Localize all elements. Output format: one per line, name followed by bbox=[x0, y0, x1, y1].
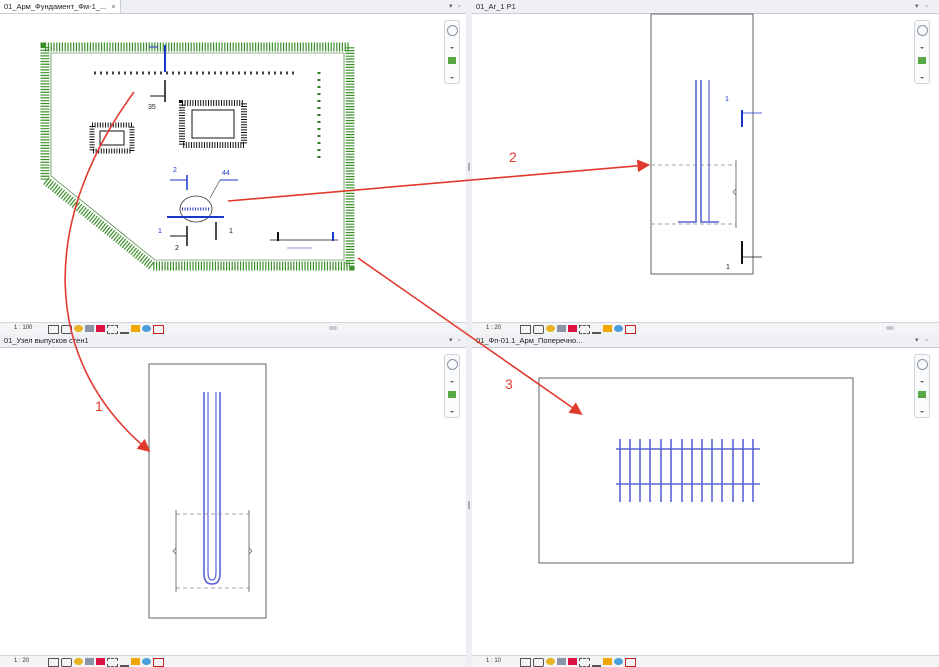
section-ag1-drawing bbox=[650, 13, 762, 275]
detail-level-icon[interactable] bbox=[520, 658, 531, 667]
view-control-bar: 1 : 10 bbox=[472, 655, 939, 667]
crop-view-icon[interactable] bbox=[107, 325, 118, 334]
view-control-bar: 1 : 100 bbox=[0, 322, 466, 334]
chevron-down-icon[interactable] bbox=[920, 77, 924, 79]
crop-view-icon[interactable] bbox=[107, 658, 118, 667]
callout-label-1: 1 bbox=[95, 398, 103, 414]
cross-section-drawing bbox=[538, 377, 854, 564]
chevron-down-icon[interactable] bbox=[450, 77, 454, 79]
view-pane-section-ag1[interactable]: 01_Аг_1 Р1 ▾ ▫ 1 1 1 : 20 bbox=[472, 0, 939, 334]
wall-dowels-drawing bbox=[148, 363, 267, 619]
shadows-icon[interactable] bbox=[85, 325, 94, 332]
full-navigation-wheel-icon[interactable] bbox=[447, 359, 458, 370]
section-mark: 1 bbox=[726, 264, 730, 271]
render-icon[interactable] bbox=[96, 658, 105, 665]
chevron-down-icon[interactable] bbox=[920, 47, 924, 49]
show-crop-icon[interactable] bbox=[592, 325, 601, 334]
visual-style-icon[interactable] bbox=[533, 325, 544, 334]
navigation-bar[interactable] bbox=[914, 20, 930, 84]
chevron-down-icon[interactable] bbox=[450, 381, 454, 383]
reveal-hidden-icon[interactable] bbox=[153, 325, 164, 334]
view-control-bar: 1 : 20 bbox=[0, 655, 466, 667]
navigation-bar[interactable] bbox=[444, 20, 460, 84]
sun-path-icon[interactable] bbox=[546, 325, 555, 332]
sun-path-icon[interactable] bbox=[74, 325, 83, 332]
elevation-mark: 2 bbox=[173, 167, 177, 174]
full-navigation-wheel-icon[interactable] bbox=[447, 25, 458, 36]
chevron-down-icon[interactable] bbox=[920, 411, 924, 413]
show-crop-icon[interactable] bbox=[592, 658, 601, 667]
view-control-icons bbox=[520, 658, 636, 667]
view-pane-cross-section[interactable]: 01_Фп-01.1_Арм_Поперечно... ▾ ▫ 1 : 10 bbox=[472, 334, 939, 667]
full-navigation-wheel-icon[interactable] bbox=[917, 25, 928, 36]
reveal-hidden-icon[interactable] bbox=[625, 325, 636, 334]
view-control-icons bbox=[48, 325, 164, 334]
shadows-icon[interactable] bbox=[557, 325, 566, 332]
callout-label-3: 3 bbox=[505, 376, 513, 392]
section-mark: 1 bbox=[725, 96, 729, 103]
sun-path-icon[interactable] bbox=[74, 658, 83, 665]
view-pane-wall-dowels[interactable]: 01_Узел выпусков стен1 ▾ ▫ 1 : 20 bbox=[0, 334, 466, 667]
render-icon[interactable] bbox=[568, 658, 577, 665]
render-icon[interactable] bbox=[96, 325, 105, 332]
view-control-icons bbox=[48, 658, 164, 667]
shadows-icon[interactable] bbox=[557, 658, 566, 665]
temporary-hide-icon[interactable] bbox=[142, 325, 151, 332]
sun-path-icon[interactable] bbox=[546, 658, 555, 665]
chevron-down-icon[interactable] bbox=[920, 381, 924, 383]
temporary-hide-icon[interactable] bbox=[614, 658, 623, 665]
section-mark: 1 bbox=[229, 228, 233, 235]
shadows-icon[interactable] bbox=[85, 658, 94, 665]
view-scale[interactable]: 1 : 20 bbox=[486, 323, 501, 334]
reveal-hidden-icon[interactable] bbox=[153, 658, 164, 667]
zoom-icon[interactable] bbox=[448, 391, 456, 398]
visual-style-icon[interactable] bbox=[61, 658, 72, 667]
view-pane-foundation-plan[interactable]: 01_Арм_Фундамент_Фм-1_... × ▾ ▫ 35 44 2 … bbox=[0, 0, 466, 334]
temporary-hide-icon[interactable] bbox=[614, 325, 623, 332]
chevron-down-icon[interactable] bbox=[450, 47, 454, 49]
view-scale[interactable]: 1 : 100 bbox=[14, 323, 32, 334]
unlock-icon[interactable] bbox=[603, 325, 612, 332]
navigation-bar[interactable] bbox=[444, 354, 460, 418]
show-crop-icon[interactable] bbox=[120, 325, 129, 334]
render-icon[interactable] bbox=[568, 325, 577, 332]
visual-style-icon[interactable] bbox=[533, 658, 544, 667]
section-mark: 1 bbox=[158, 228, 162, 235]
crop-view-icon[interactable] bbox=[579, 325, 590, 334]
chevron-down-icon[interactable] bbox=[450, 411, 454, 413]
temporary-hide-icon[interactable] bbox=[142, 658, 151, 665]
splitter-grip[interactable] bbox=[468, 163, 470, 171]
full-navigation-wheel-icon[interactable] bbox=[917, 359, 928, 370]
detail-level-icon[interactable] bbox=[48, 658, 59, 667]
crop-view-icon[interactable] bbox=[579, 658, 590, 667]
visual-style-icon[interactable] bbox=[61, 325, 72, 334]
detail-level-icon[interactable] bbox=[520, 325, 531, 334]
view-scale[interactable]: 1 : 20 bbox=[14, 656, 29, 667]
splitter-grip[interactable] bbox=[468, 501, 470, 509]
unlock-icon[interactable] bbox=[131, 658, 140, 665]
zoom-icon[interactable] bbox=[448, 57, 456, 64]
horizontal-scrollbar[interactable] bbox=[329, 326, 337, 330]
zoom-icon[interactable] bbox=[918, 391, 926, 398]
view-scale[interactable]: 1 : 10 bbox=[486, 656, 501, 667]
dimension-label: 44 bbox=[222, 170, 230, 177]
show-crop-icon[interactable] bbox=[120, 658, 129, 667]
reveal-hidden-icon[interactable] bbox=[625, 658, 636, 667]
horizontal-scrollbar[interactable] bbox=[886, 326, 894, 330]
view-control-icons bbox=[520, 325, 636, 334]
unlock-icon[interactable] bbox=[603, 658, 612, 665]
dimension-label: 35 bbox=[148, 104, 156, 111]
view-control-bar: 1 : 20 bbox=[472, 322, 939, 334]
elevation-mark: 2 bbox=[175, 245, 179, 252]
foundation-plan-drawing bbox=[40, 42, 355, 271]
unlock-icon[interactable] bbox=[131, 325, 140, 332]
navigation-bar[interactable] bbox=[914, 354, 930, 418]
detail-level-icon[interactable] bbox=[48, 325, 59, 334]
callout-label-2: 2 bbox=[509, 149, 517, 165]
zoom-icon[interactable] bbox=[918, 57, 926, 64]
